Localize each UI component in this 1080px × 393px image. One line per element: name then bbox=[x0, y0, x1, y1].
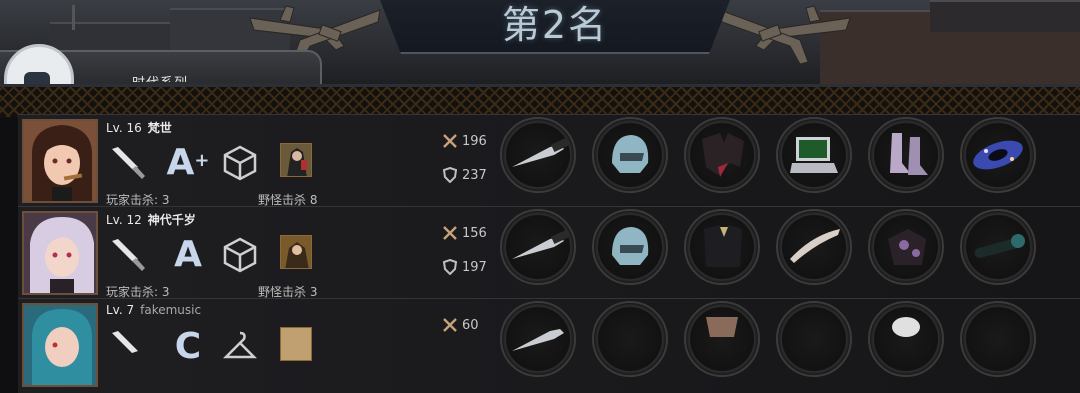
attack-stat: 60 bbox=[442, 317, 479, 333]
player-avatar[interactable] bbox=[22, 211, 98, 295]
cube-emblem-icon bbox=[220, 235, 260, 275]
player-avatar[interactable] bbox=[22, 303, 98, 387]
equip-slot-boots[interactable] bbox=[868, 117, 944, 193]
attack-value: 196 bbox=[462, 133, 487, 149]
boots-icon bbox=[890, 133, 928, 175]
equip-slot-galaxy[interactable] bbox=[960, 117, 1036, 193]
helmet-icon bbox=[612, 135, 649, 173]
gauntlet-icon bbox=[888, 229, 926, 265]
coat-icon bbox=[702, 133, 744, 177]
player-level: Lv. 16 bbox=[106, 121, 142, 135]
knife-icon bbox=[512, 137, 569, 167]
player-level-name: Lv. 12 神代千岁 bbox=[106, 211, 196, 228]
attack-stat: 196 bbox=[442, 133, 487, 149]
grade-badge: A+ bbox=[166, 142, 210, 183]
equip-slot-coat[interactable] bbox=[684, 209, 760, 285]
attack-stat: 156 bbox=[442, 225, 487, 241]
shield-icon bbox=[442, 167, 458, 183]
knife-skill-icon bbox=[108, 235, 148, 275]
grade-badge: C bbox=[168, 327, 208, 367]
player-level: Lv. 7 bbox=[106, 303, 135, 317]
player-level: Lv. 12 bbox=[106, 213, 142, 227]
cube-emblem-icon bbox=[220, 143, 260, 183]
equip-slot-knife[interactable] bbox=[500, 209, 576, 285]
knife-icon bbox=[512, 229, 569, 259]
knife-skill-icon bbox=[108, 327, 148, 367]
coat-icon bbox=[704, 225, 742, 267]
equip-slot[interactable] bbox=[500, 301, 576, 377]
equip-slot-helmet[interactable] bbox=[592, 117, 668, 193]
building bbox=[930, 0, 1080, 32]
monster-thumbnail bbox=[280, 143, 312, 177]
defense-stat: 197 bbox=[442, 259, 487, 275]
grade-letter: C bbox=[174, 326, 202, 367]
player-level-name: Lv. 16 梵世 bbox=[106, 119, 172, 136]
equip-slot[interactable] bbox=[868, 301, 944, 377]
grade-letter: A bbox=[166, 142, 195, 183]
grade-badge: A bbox=[168, 235, 208, 275]
crossed-swords-icon bbox=[443, 318, 457, 332]
player-name: 梵世 bbox=[147, 121, 172, 135]
equip-slot[interactable] bbox=[684, 301, 760, 377]
antenna bbox=[72, 5, 75, 30]
attack-value: 60 bbox=[462, 317, 479, 333]
equip-slot-gauntlet[interactable] bbox=[868, 209, 944, 285]
equip-slot[interactable] bbox=[960, 301, 1036, 377]
page-title: 第2名 bbox=[501, 3, 609, 47]
player-row[interactable]: Lv. 16 梵世 A+ 玩家击杀: 3 野怪击杀 8 196 237 bbox=[18, 114, 1080, 209]
crossed-swords-icon bbox=[443, 226, 457, 240]
attack-value: 156 bbox=[462, 225, 487, 241]
hanger-emblem-icon bbox=[220, 327, 260, 367]
rank-badge-inner bbox=[24, 72, 50, 84]
lattice-divider bbox=[0, 84, 1080, 117]
shield-icon bbox=[442, 259, 458, 275]
blade-icon bbox=[790, 229, 840, 263]
player-level-name: Lv. 7 fakemusic bbox=[106, 303, 201, 317]
crossed-swords-icon bbox=[443, 134, 457, 148]
player-name: fakemusic bbox=[140, 303, 202, 317]
laptop-icon bbox=[790, 137, 838, 173]
equip-slot-helmet[interactable] bbox=[592, 209, 668, 285]
defense-value: 197 bbox=[462, 259, 487, 275]
equip-slot-coat[interactable] bbox=[684, 117, 760, 193]
crossed-guns-emblem-right bbox=[719, 5, 851, 65]
equip-slot[interactable] bbox=[592, 301, 668, 377]
monster-thumbnail bbox=[280, 327, 312, 361]
helmet-icon bbox=[612, 227, 649, 265]
grade-letter: A bbox=[174, 234, 202, 275]
monster-thumbnail bbox=[280, 235, 312, 269]
equip-slot-scope[interactable] bbox=[960, 209, 1036, 285]
player-avatar[interactable] bbox=[22, 119, 98, 203]
player-row[interactable]: Lv. 12 神代千岁 A 玩家击杀: 3 野怪击杀 3 156 197 bbox=[18, 206, 1080, 301]
scope-icon bbox=[974, 234, 1025, 258]
equip-slot-laptop[interactable] bbox=[776, 117, 852, 193]
defense-stat: 237 bbox=[442, 167, 487, 183]
knife-skill-icon bbox=[108, 143, 148, 183]
equip-slot-blade[interactable] bbox=[776, 209, 852, 285]
grade-plus: + bbox=[194, 150, 210, 171]
equip-slot[interactable] bbox=[776, 301, 852, 377]
rank-tab-label: 时代系列 bbox=[132, 72, 188, 82]
knife-icon bbox=[512, 329, 564, 351]
equip-slot-knife[interactable] bbox=[500, 117, 576, 193]
player-row[interactable]: Lv. 7 fakemusic C 60 bbox=[18, 298, 1080, 393]
armor-icon bbox=[706, 317, 738, 337]
defense-value: 237 bbox=[462, 167, 487, 183]
player-name: 神代千岁 bbox=[147, 213, 196, 227]
galaxy-icon bbox=[973, 140, 1023, 170]
mask-icon bbox=[892, 317, 920, 337]
